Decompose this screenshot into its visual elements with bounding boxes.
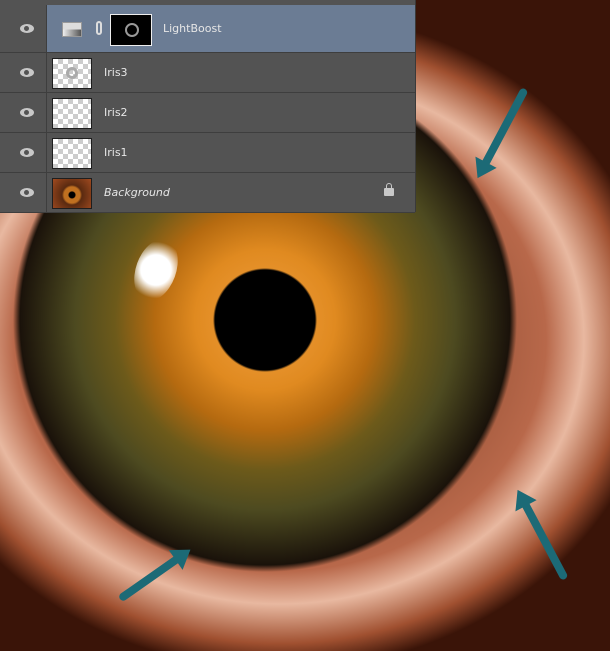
link-icon[interactable] <box>96 21 102 35</box>
layer-thumbnail <box>52 58 92 89</box>
layer-row-iris3[interactable]: Iris3 <box>0 53 415 93</box>
layer-row-lightboost[interactable]: LightBoost <box>0 5 415 53</box>
layer-row-iris2[interactable]: Iris2 <box>0 93 415 133</box>
eye-icon[interactable] <box>20 147 34 157</box>
layer-name: Iris2 <box>104 106 128 119</box>
layers-panel: LightBoost Iris3 Iris2 Iris1 Background <box>0 0 416 213</box>
lock-icon <box>384 183 394 196</box>
levels-adjustment-icon <box>62 22 82 37</box>
eye-icon[interactable] <box>20 23 34 33</box>
layer-row-iris1[interactable]: Iris1 <box>0 133 415 173</box>
layer-thumbnail <box>52 138 92 169</box>
layer-name: Iris3 <box>104 66 128 79</box>
layer-name: Background <box>104 186 170 199</box>
layer-name: LightBoost <box>163 22 222 35</box>
layer-thumbnail <box>52 178 92 209</box>
layer-row-background[interactable]: Background <box>0 173 415 213</box>
layer-thumbnail <box>52 98 92 129</box>
layer-mask-thumbnail[interactable] <box>110 14 152 46</box>
eye-icon[interactable] <box>20 67 34 77</box>
eye-icon[interactable] <box>20 107 34 117</box>
layer-name: Iris1 <box>104 146 128 159</box>
eye-icon[interactable] <box>20 187 34 197</box>
